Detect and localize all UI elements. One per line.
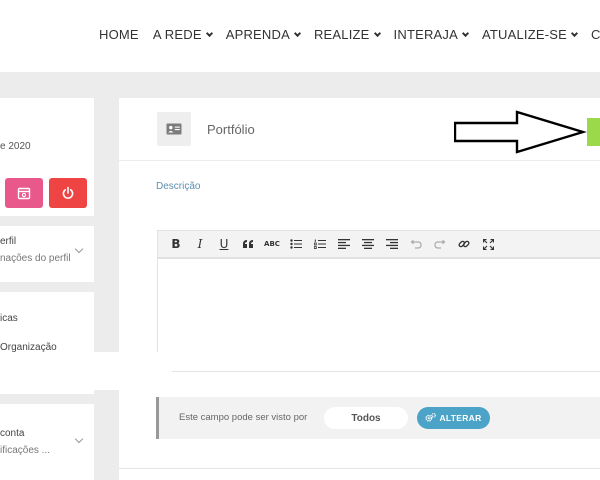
- redo-button[interactable]: [430, 234, 450, 254]
- portfolio-panel: Portfólio Descrição B I U ABC Este campo…: [119, 98, 600, 480]
- underline-button[interactable]: U: [214, 234, 234, 254]
- nav-item-truncated[interactable]: C: [591, 27, 600, 42]
- quote-icon: [243, 240, 253, 248]
- align-right-button[interactable]: [382, 234, 402, 254]
- quote-button[interactable]: [238, 234, 258, 254]
- nav-item-home[interactable]: HOME: [99, 27, 139, 42]
- main-nav: HOME A REDE APRENDA REALIZE INTERAJA ATU…: [99, 27, 600, 42]
- nav-item-atualize-se[interactable]: ATUALIZE-SE: [482, 27, 579, 42]
- gears-icon: [425, 413, 437, 422]
- logout-button[interactable]: [49, 178, 87, 208]
- sidebar-item-subtitle: ificações ...: [0, 445, 51, 456]
- bullet-list-icon: [290, 239, 302, 249]
- sidebar-item-title: erfil: [0, 236, 17, 247]
- chevron-down-icon: [373, 29, 381, 37]
- fullscreen-button[interactable]: [478, 234, 498, 254]
- numbered-list-button[interactable]: [310, 234, 330, 254]
- change-visibility-button[interactable]: ALTERAR: [417, 407, 490, 429]
- panel-divider: [119, 468, 600, 469]
- align-center-button[interactable]: [358, 234, 378, 254]
- nav-item-interaja[interactable]: INTERAJA: [394, 27, 470, 42]
- nav-item-aprenda[interactable]: APRENDA: [226, 27, 301, 42]
- calendar-icon: [17, 187, 31, 200]
- member-since-date: e 2020: [0, 141, 31, 152]
- portfolio-icon-box: [157, 112, 191, 146]
- chevron-down-icon: [74, 434, 84, 444]
- id-card-icon: [166, 123, 182, 135]
- align-right-icon: [386, 239, 398, 249]
- sidebar-divider: [0, 216, 94, 226]
- top-navbar: HOME A REDE APRENDA REALIZE INTERAJA ATU…: [0, 0, 600, 72]
- strikethrough-button[interactable]: ABC: [262, 234, 282, 254]
- change-visibility-label: ALTERAR: [439, 413, 482, 423]
- description-editor[interactable]: [157, 258, 600, 372]
- overlay-patch: [82, 352, 172, 390]
- fullscreen-icon: [482, 238, 494, 250]
- nav-item-realize[interactable]: REALIZE: [314, 27, 381, 42]
- chevron-down-icon: [205, 29, 213, 37]
- visibility-label: Este campo pode ser visto por: [179, 412, 308, 423]
- sidebar-item-subtitle: nações do perfil: [0, 253, 71, 264]
- link-icon: [458, 240, 470, 248]
- sidebar-link[interactable]: icas: [0, 313, 18, 324]
- bullet-list-button[interactable]: [286, 234, 306, 254]
- undo-button[interactable]: [406, 234, 426, 254]
- visibility-value: Todos: [324, 407, 408, 429]
- calendar-button[interactable]: [5, 178, 43, 208]
- sidebar-link[interactable]: Organização: [0, 342, 57, 353]
- undo-icon: [410, 239, 422, 249]
- sidebar-item-title: conta: [0, 428, 25, 439]
- chevron-down-icon: [570, 29, 579, 37]
- profile-sidebar: e 2020 erfil nações do perfil icas Organ…: [0, 98, 94, 480]
- description-label: Descrição: [156, 181, 201, 192]
- arrow-right-icon: [454, 110, 587, 154]
- visibility-bar: Este campo pode ser visto por Todos ALTE…: [156, 397, 600, 439]
- bold-button[interactable]: B: [166, 234, 186, 254]
- align-center-icon: [362, 239, 374, 249]
- link-button[interactable]: [454, 234, 474, 254]
- chevron-down-icon: [293, 29, 301, 37]
- sidebar-divider: [0, 394, 94, 404]
- sidebar-divider: [0, 282, 94, 292]
- redo-icon: [434, 239, 446, 249]
- page-title: Portfólio: [207, 122, 255, 137]
- numbered-list-icon: [314, 239, 326, 249]
- editor-toolbar: B I U ABC: [157, 230, 600, 258]
- chevron-down-icon: [74, 244, 84, 254]
- portfolio-action-button[interactable]: [587, 118, 600, 146]
- nav-item-a-rede[interactable]: A REDE: [153, 27, 213, 42]
- italic-button[interactable]: I: [190, 234, 210, 254]
- align-left-button[interactable]: [334, 234, 354, 254]
- chevron-down-icon: [461, 29, 470, 37]
- align-left-icon: [338, 239, 350, 249]
- header-divider: [119, 160, 600, 161]
- power-icon: [62, 186, 74, 199]
